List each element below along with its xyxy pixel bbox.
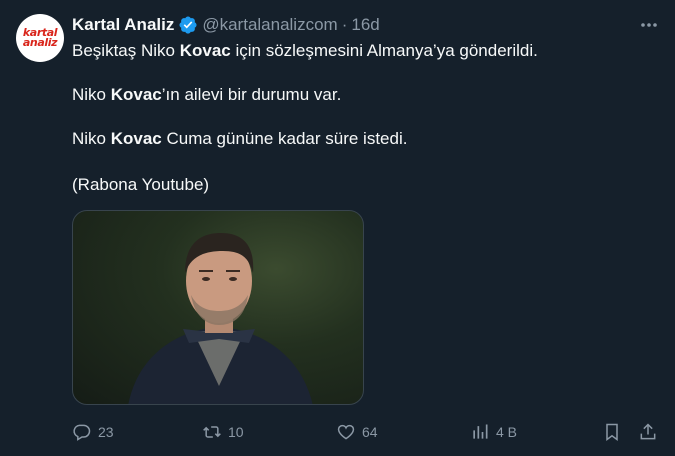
retweet-icon	[203, 426, 221, 438]
tweet-header: Kartal Analiz @kartalanalizcom · 16d	[72, 14, 659, 36]
more-options-icon[interactable]	[639, 18, 659, 32]
bookmark-icon	[606, 423, 618, 441]
tweet-actions-bar: 23 10 64 4 B	[72, 420, 659, 444]
tweet-line-2: Niko Kovac’ın ailevi bir durumu var.	[72, 84, 341, 106]
bookmark-button[interactable]	[602, 422, 622, 442]
reply-count: 23	[98, 424, 114, 440]
text-segment: için sözleşmesini Almanya’ya gönderildi.	[230, 41, 538, 60]
tweet-timestamp[interactable]: 16d	[351, 15, 379, 35]
account-avatar[interactable]: kartal analiz	[16, 14, 64, 62]
text-segment: Beşiktaş Niko	[72, 41, 180, 60]
views-icon	[473, 424, 488, 439]
share-icon	[640, 423, 656, 440]
avatar-text-bottom: analiz	[22, 36, 58, 49]
text-segment: ’ın ailevi bir durumu var.	[161, 85, 342, 104]
reply-button[interactable]: 23	[72, 422, 114, 442]
heart-icon	[337, 424, 355, 440]
retweet-button[interactable]: 10	[202, 422, 244, 442]
tweet-photo[interactable]	[72, 210, 364, 405]
tweet-line-4: (Rabona Youtube)	[72, 175, 210, 194]
reply-icon	[73, 424, 91, 441]
verified-badge-icon	[179, 16, 197, 34]
bold-name: Kovac	[110, 85, 162, 104]
tweet-line-1: Beşiktaş Niko Kovac için sözleşmesini Al…	[72, 40, 538, 62]
text-segment: Niko	[72, 129, 111, 148]
text-segment: Cuma gününe kadar süre istedi.	[161, 129, 408, 148]
tweet-line-3: Niko Kovac Cuma gününe kadar süre istedi…	[72, 128, 407, 150]
like-button[interactable]: 64	[336, 422, 378, 442]
views-count: 4 B	[496, 424, 518, 440]
bold-name: Kovac	[179, 41, 231, 60]
views-button[interactable]: 4 B	[470, 422, 517, 442]
like-count: 64	[362, 424, 378, 440]
account-name[interactable]: Kartal Analiz	[72, 15, 174, 35]
retweet-count: 10	[228, 424, 244, 440]
portrait-illustration	[128, 233, 313, 404]
text-segment: Niko	[72, 85, 111, 104]
separator-dot: ·	[341, 15, 348, 34]
bold-name: Kovac	[110, 129, 162, 148]
share-button[interactable]	[638, 422, 658, 442]
account-handle[interactable]: @kartalanalizcom	[202, 15, 337, 35]
